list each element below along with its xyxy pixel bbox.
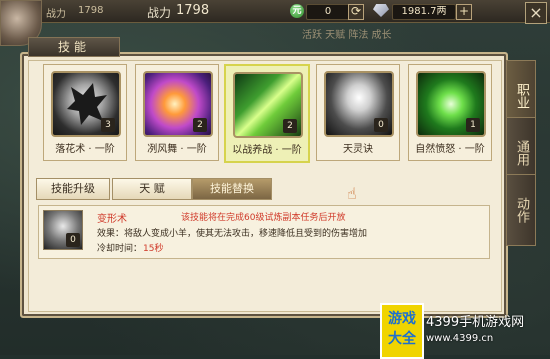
skill-name: 以战养战 · 一阶: [232, 145, 302, 156]
gold-icon: 元: [290, 4, 304, 18]
skill-card-1[interactable]: 3 落花术 · 一阶: [43, 64, 127, 161]
watermark-logo: 游戏 大全: [380, 303, 424, 359]
refresh-button[interactable]: ⟳: [348, 4, 364, 20]
watermark-logo-line2: 大全: [388, 331, 416, 347]
cooldown-value: 15秒: [143, 244, 164, 254]
unlock-notice: 该技能将在完成60级试炼副本任务后开放: [181, 213, 346, 223]
skill-card-2[interactable]: 2 冽风舞 · 一阶: [135, 64, 219, 161]
purple-flame-icon: 2: [143, 71, 213, 137]
skill-card-3[interactable]: 2 以战养战 · 一阶: [224, 64, 310, 163]
skill-name: 落花术 · 一阶: [55, 144, 115, 155]
gold-value: 0: [324, 6, 332, 17]
skill-name: 天灵诀: [343, 144, 373, 155]
hud-left-label: 战力: [46, 9, 66, 20]
cooldown-label: 冷却时间：: [97, 244, 143, 254]
skill-card-5[interactable]: 1 自然愤怒 · 一阶: [408, 64, 492, 161]
watermark-logo-line1: 游戏: [388, 311, 416, 327]
skill-level: 1: [466, 118, 480, 132]
dark-creature-icon: 3: [51, 71, 121, 137]
site-watermark: 游戏 大全 4399手机游戏网 www.4399.cn: [380, 303, 550, 359]
combat-power-label: 战力: [147, 6, 172, 20]
green-slash-icon: 2: [233, 72, 303, 138]
skill-level: 2: [283, 119, 297, 133]
skill-effect: 效果：将敌人变成小羊，使其无法攻击，移速降低且受到的伤害增加: [97, 229, 368, 239]
pointer-cursor-icon: ☝: [347, 184, 357, 203]
currency-slot: 1981.7两: [392, 4, 456, 20]
detail-skill-name: 变形术: [97, 214, 127, 225]
skill-card-4[interactable]: 0 天灵诀: [316, 64, 400, 161]
watermark-site-name: 4399手机游戏网: [426, 315, 525, 330]
white-spirit-icon: 0: [324, 71, 394, 137]
combat-power-value: 1798: [176, 3, 210, 18]
watermark-site-url: www.4399.cn: [426, 333, 494, 344]
skill-level: 0: [374, 118, 388, 132]
gold-slot: 0: [306, 4, 350, 20]
skill-replace-button[interactable]: 技能替换: [192, 178, 272, 200]
transform-skill-icon: 0: [43, 210, 83, 250]
skill-name: 冽风舞 · 一阶: [147, 144, 207, 155]
currency-value: 1981.7两: [401, 6, 447, 17]
skill-name: 自然愤怒 · 一阶: [415, 144, 485, 155]
panel-title: 技能: [28, 37, 120, 57]
green-orb-icon: 1: [416, 71, 486, 137]
add-currency-button[interactable]: +: [456, 4, 472, 20]
hud-left-value: 1798: [78, 5, 104, 16]
faded-menu-line: 活跃 天赋 阵法 成长: [302, 30, 392, 41]
detail-skill-level: 0: [66, 233, 80, 247]
skill-level: 3: [101, 118, 115, 132]
skill-detail-box: 0 变形术 该技能将在完成60级试炼副本任务后开放 效果：将敌人变成小羊，使其无…: [38, 205, 490, 259]
skill-upgrade-button[interactable]: 技能升级: [36, 178, 110, 200]
close-button[interactable]: ×: [525, 2, 547, 24]
skill-level: 2: [193, 118, 207, 132]
tab-action[interactable]: 动作: [506, 174, 536, 246]
talent-button[interactable]: 天 赋: [112, 178, 192, 200]
